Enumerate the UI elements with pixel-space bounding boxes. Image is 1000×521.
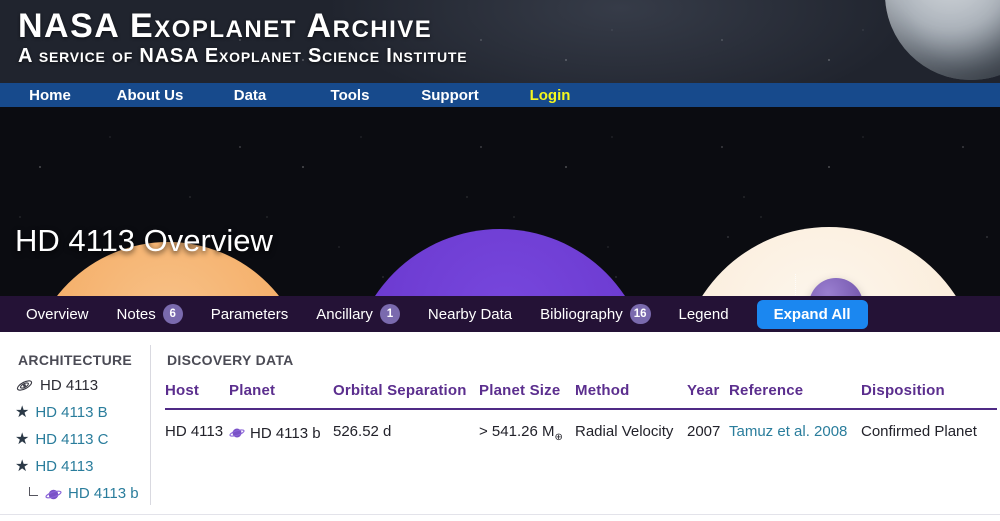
cell-method: Radial Velocity: [575, 423, 674, 440]
star-icon: ★: [15, 458, 30, 475]
nav-item-login[interactable]: Login: [500, 87, 600, 104]
bibliography-count-badge: 16: [629, 304, 651, 324]
page-bottom-divider: [0, 514, 1000, 515]
content-area: ARCHITECTURE HD 4113 ★ HD 4113 B ★ HD 41…: [0, 332, 1000, 521]
sidebar-item-star-hd4113b[interactable]: ★ HD 4113 B: [15, 404, 150, 422]
nav-item-tools[interactable]: Tools: [300, 87, 400, 104]
column-header-planet: Planet: [229, 378, 333, 410]
column-header-method: Method: [575, 378, 687, 410]
overview-hero: HD 4113 Overview HD 4113 b HD 4113 B 0.5…: [0, 107, 1000, 296]
cell-year: 2007: [687, 423, 721, 440]
site-logo[interactable]: NASA Exoplanet Archive A service of NASA…: [18, 7, 468, 68]
cell-disposition: Confirmed Planet: [861, 423, 977, 440]
column-header-planet-size: Planet Size: [479, 378, 575, 410]
main-nav: Home About Us Data Tools Support Login: [0, 83, 1000, 107]
discovery-data-table: Host Planet Orbital Separation Planet Si…: [165, 378, 997, 443]
tab-overview[interactable]: Overview: [12, 296, 103, 332]
planet-icon: [45, 489, 62, 499]
tab-bar: Overview Notes 6 Parameters Ancillary 1 Ne…: [0, 296, 1000, 332]
tree-connector: [29, 487, 38, 496]
site-subtitle: A service of NASA Exoplanet Science Inst…: [18, 45, 468, 68]
planet-circle[interactable]: [809, 278, 864, 296]
cell-orbital-separation: 526.52 d: [333, 423, 392, 440]
ancillary-count-badge: 1: [379, 304, 400, 324]
nav-item-home[interactable]: Home: [0, 87, 100, 104]
nav-item-about-us[interactable]: About Us: [100, 87, 200, 104]
tab-bibliography[interactable]: Bibliography 16: [526, 296, 664, 332]
sidebar-item-planet-hd4113b[interactable]: HD 4113 b: [15, 485, 150, 503]
nav-item-data[interactable]: Data: [200, 87, 300, 104]
sidebar-item-label: HD 4113 C: [35, 431, 109, 448]
galaxy-icon: [16, 380, 33, 391]
column-header-disposition: Disposition: [861, 378, 997, 410]
star-visual-hd4113c[interactable]: [350, 229, 650, 296]
sidebar-item-label: HD 4113: [40, 376, 99, 394]
tab-nearby-data[interactable]: Nearby Data: [414, 296, 526, 332]
reference-link[interactable]: Tamuz et al. 2008: [729, 423, 847, 440]
discovery-data-heading: DISCOVERY DATA: [167, 352, 294, 368]
column-header-orbital-separation: Orbital Separation: [333, 378, 479, 410]
star-icon: ★: [15, 404, 30, 421]
sidebar-item-star-hd4113c[interactable]: ★ HD 4113 C: [15, 431, 150, 449]
tab-ancillary[interactable]: Ancillary 1: [302, 296, 414, 332]
sidebar-divider: [150, 345, 151, 505]
site-title: NASA Exoplanet Archive: [18, 7, 433, 45]
tab-notes[interactable]: Notes 6: [103, 296, 197, 332]
sidebar-item-system-hd4113[interactable]: HD 4113: [15, 376, 150, 395]
sidebar-item-label: HD 4113 B: [35, 404, 108, 421]
site-header: NASA Exoplanet Archive A service of NASA…: [0, 0, 1000, 83]
sidebar-item-label: HD 4113 b: [68, 485, 139, 502]
discovery-data-panel: DISCOVERY DATA Host Planet Orbital Separ…: [165, 332, 997, 443]
planet-icon: [229, 428, 245, 438]
tab-parameters[interactable]: Parameters: [197, 296, 303, 332]
cell-planet-size: > 541.26 M⊕: [479, 423, 563, 443]
tab-legend[interactable]: Legend: [665, 296, 743, 332]
architecture-heading: ARCHITECTURE: [18, 352, 133, 368]
sidebar-item-label: HD 4113: [35, 458, 94, 475]
page-title: HD 4113 Overview: [15, 223, 273, 258]
nav-item-support[interactable]: Support: [400, 87, 500, 104]
column-header-reference: Reference: [729, 378, 861, 410]
architecture-sidebar: ARCHITECTURE HD 4113 ★ HD 4113 B ★ HD 41…: [0, 332, 150, 512]
expand-all-button[interactable]: Expand All: [756, 299, 868, 329]
column-header-year: Year: [687, 378, 729, 410]
sidebar-item-star-hd4113[interactable]: ★ HD 4113: [15, 458, 150, 476]
page: NASA Exoplanet Archive A service of NASA…: [0, 0, 1000, 521]
column-header-host: Host: [165, 378, 229, 410]
notes-count-badge: 6: [162, 304, 183, 324]
planet-marker-hd4113b[interactable]: HD 4113 b: [795, 274, 870, 296]
cell-planet: HD 4113 b: [229, 410, 333, 443]
cell-host: HD 4113: [165, 423, 224, 440]
star-icon: ★: [15, 431, 30, 448]
